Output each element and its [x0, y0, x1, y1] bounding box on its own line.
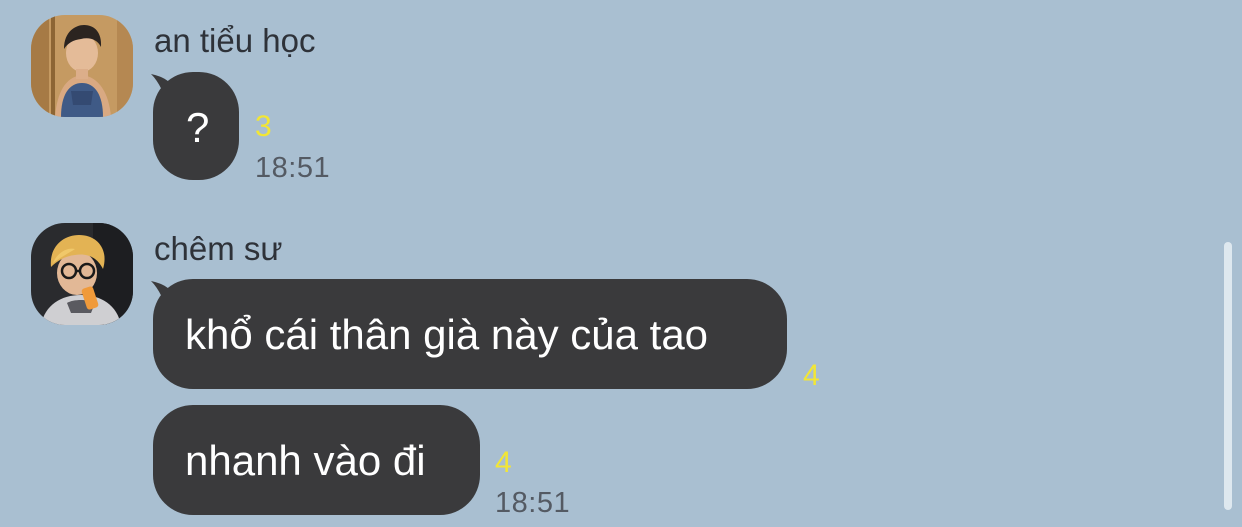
bubble-tail [151, 281, 175, 315]
message-bubble[interactable]: ? [151, 72, 239, 180]
unread-count: 3 [255, 110, 272, 143]
chat-message-list[interactable]: an tiểu học ? 3 18:51 chêm sư khổ cái th… [0, 0, 1242, 527]
sender-name: an tiểu học [154, 22, 316, 59]
sender-name: chêm sư [154, 230, 283, 267]
message-timestamp: 18:51 [255, 152, 331, 184]
avatar[interactable] [31, 223, 133, 325]
unread-count: 4 [495, 446, 512, 479]
bubble-tail [151, 74, 175, 108]
message-text: khổ cái thân già này của tao [185, 311, 709, 358]
avatar[interactable] [31, 15, 133, 117]
message-text: ? [186, 104, 210, 151]
message-text: nhanh vào đi [185, 437, 426, 484]
scrollbar[interactable] [1224, 242, 1232, 510]
message-bubble[interactable]: nhanh vào đi [153, 405, 480, 515]
unread-count: 4 [803, 359, 820, 392]
avatar-photo [31, 223, 133, 325]
avatar-photo [31, 15, 133, 117]
message-timestamp: 18:51 [495, 487, 571, 519]
message-bubble[interactable]: khổ cái thân già này của tao [151, 279, 787, 389]
